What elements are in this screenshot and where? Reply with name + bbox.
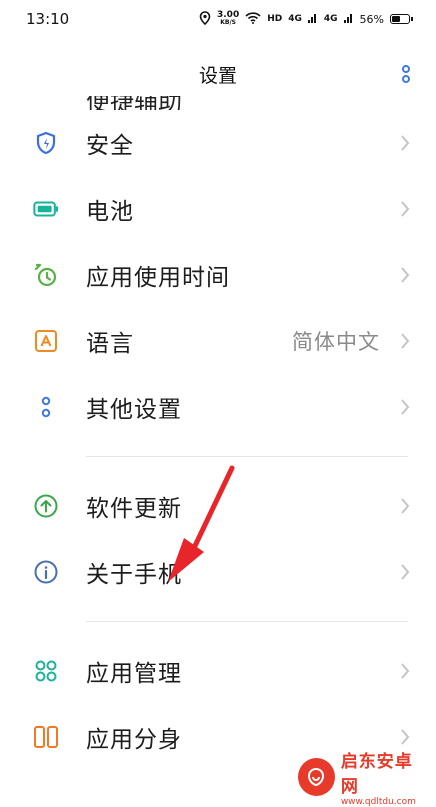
- status-bar: 13:10 3.00 KB/S HD 4G 4G 56%: [0, 0, 436, 38]
- settings-item-app-management[interactable]: 应用管理: [0, 638, 436, 704]
- location-icon: [199, 10, 211, 28]
- settings-item-label: 应用管理: [86, 661, 182, 687]
- hd-label: HD: [267, 14, 283, 24]
- chevron-right-icon: [400, 398, 410, 416]
- settings-item-partial-label: 便捷辅助: [86, 96, 182, 110]
- settings-item-label: 其他设置: [86, 397, 182, 423]
- status-time: 13:10: [26, 10, 70, 28]
- signal-2-label: 4G: [323, 14, 338, 24]
- chevron-right-icon: [400, 728, 410, 746]
- language-icon: [33, 328, 59, 354]
- battery-status-icon: [390, 14, 413, 24]
- more-settings-icon: [33, 394, 59, 420]
- speed-unit: KB/S: [220, 19, 236, 26]
- settings-item-about-phone[interactable]: 关于手机: [0, 539, 436, 605]
- chevron-right-icon: [400, 563, 410, 581]
- settings-item-label: 语言: [86, 331, 134, 357]
- title-bar: 设置: [0, 52, 436, 96]
- update-icon: [33, 493, 59, 519]
- settings-item-label: 应用分身: [86, 727, 182, 753]
- battery-fill: [392, 16, 400, 22]
- settings-item-partial[interactable]: 便捷辅助: [0, 96, 436, 110]
- page-title: 设置: [198, 64, 237, 87]
- app-clone-icon: [33, 724, 59, 750]
- watermark-logo-icon: [298, 758, 335, 796]
- settings-item-label: 应用使用时间: [86, 265, 230, 291]
- chevron-right-icon: [400, 200, 410, 218]
- site-watermark: 启东安卓网 www.qdltdu.com: [298, 752, 428, 807]
- signal-1-icon: [307, 12, 318, 26]
- wifi-icon: [245, 11, 261, 27]
- settings-item-battery[interactable]: 电池: [0, 176, 436, 242]
- watermark-text: 启东安卓网 www.qdltdu.com: [341, 747, 428, 807]
- app-grid-icon: [33, 658, 59, 684]
- chevron-right-icon: [400, 497, 410, 515]
- battery-icon: [33, 196, 59, 222]
- chevron-right-icon: [400, 332, 410, 350]
- more-options-button[interactable]: [400, 64, 412, 84]
- shield-icon: [33, 130, 59, 156]
- chevron-right-icon: [400, 662, 410, 680]
- chevron-right-icon: [400, 134, 410, 152]
- watermark-url: www.qdltdu.com: [340, 797, 416, 807]
- settings-item-security[interactable]: 安全: [0, 110, 436, 176]
- settings-item-app-usage-time[interactable]: 应用使用时间: [0, 242, 436, 308]
- alarm-clock-icon: [33, 262, 59, 288]
- chevron-right-icon: [400, 266, 410, 284]
- settings-item-label: 电池: [86, 199, 134, 225]
- settings-item-label: 安全: [86, 133, 134, 159]
- more-dots-icon: [402, 65, 410, 83]
- settings-item-label: 软件更新: [86, 496, 182, 522]
- battery-percent: 56%: [359, 12, 384, 26]
- signal-2-icon: [343, 12, 354, 26]
- speed-value: 3.00: [217, 10, 240, 20]
- info-icon: [33, 559, 59, 585]
- settings-item-other-settings[interactable]: 其他设置: [0, 374, 436, 440]
- status-icons: 3.00 KB/S HD 4G 4G 56%: [199, 10, 413, 28]
- settings-item-language[interactable]: 语言 简体中文: [0, 308, 436, 374]
- settings-item-label: 关于手机: [86, 562, 182, 588]
- network-speed: 3.00 KB/S: [217, 11, 239, 27]
- language-value: 简体中文: [292, 330, 380, 354]
- settings-item-software-update[interactable]: 软件更新: [0, 473, 436, 539]
- settings-list: 便捷辅助 安全 电池 应用使用时间 语言 简体中文 其他设置 软件更新 关于手机…: [0, 96, 436, 770]
- signal-1-label: 4G: [288, 14, 302, 24]
- watermark-name: 启东安卓网: [340, 752, 413, 797]
